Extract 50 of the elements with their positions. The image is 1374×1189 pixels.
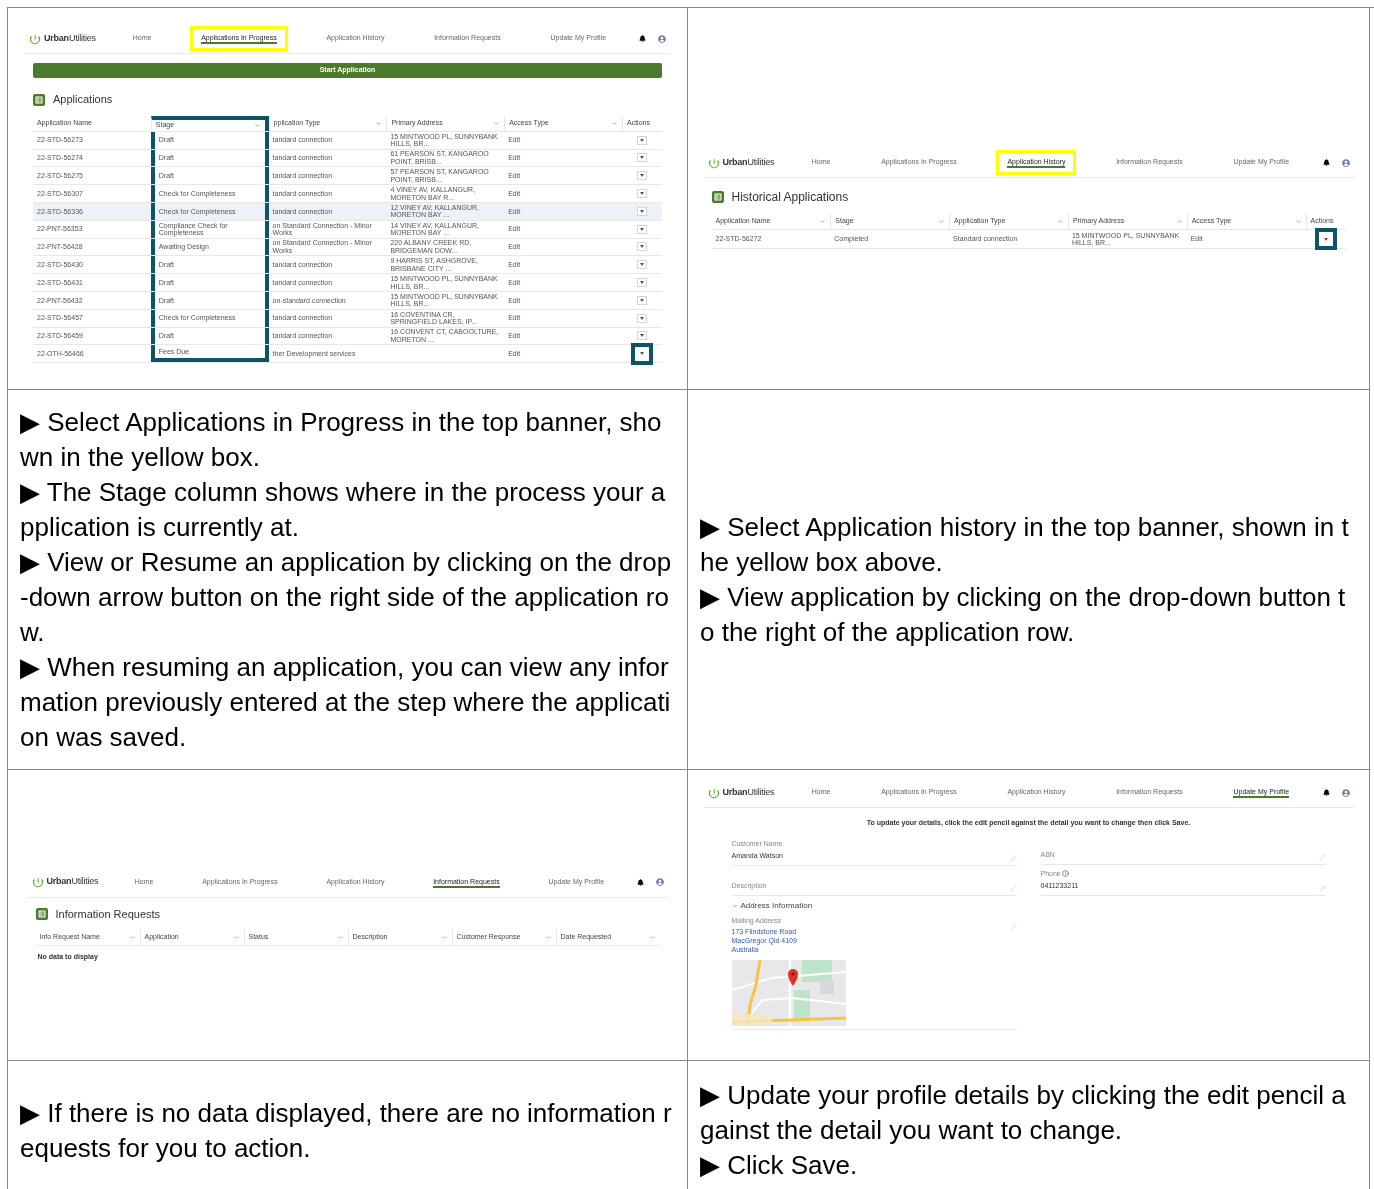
instruction-text: ▶ When resuming an application, you can view any information previously entered at the step where the application was saved. [20,650,672,754]
instruction-text: ▶ Click Save. [700,1149,859,1182]
caret-icon [640,245,644,249]
list-icon [33,93,45,106]
caret-icon [640,263,644,267]
caret-icon [1323,237,1328,241]
logo-icon [29,32,41,45]
caret-icon [640,281,644,284]
notification-bell-icon[interactable] [639,35,646,42]
logo-text: UrbanUtilities [44,31,96,45]
caret-icon [640,138,644,142]
logo-text: UrbanUtilities [722,155,775,169]
caret-icon [640,209,644,213]
caret-icon [640,316,644,320]
logo-text: UrbanUtilities [46,875,99,889]
logo-icon [707,156,720,169]
instruction-text: ▶ Select Applications in Progress in the top banner, shown in the yellow box. [20,405,663,474]
logo-text: UrbanUtilities [722,785,775,799]
page-heading: Historical Applications [731,189,849,206]
instruction-text: ▶ View application by clicking on the drop-down button to the right of the application row. [700,580,1347,649]
notification-bell-icon[interactable] [1322,789,1330,796]
notification-bell-icon[interactable] [1322,159,1330,166]
caret-icon [640,352,644,356]
caret-icon [640,227,644,231]
instruction-text: ▶ Update your profile details by clicking the edit pencil against the detail you want to change. [700,1079,1347,1147]
user-avatar-icon[interactable] [658,34,666,43]
caret-icon [640,192,644,196]
instruction-text: ▶ If there is no data displayed, there are no information requests for you to action. [20,1096,673,1165]
logo-icon [707,786,720,799]
page-heading: Information Requests [55,906,161,922]
instruction-text: ▶ Select Application history in the top banner, shown in the yellow box above. [700,510,1350,579]
chevron-icon [731,902,738,909]
row-dropdown-button[interactable] [631,342,653,365]
info-icon [1061,870,1069,878]
caret-icon [640,156,644,160]
user-avatar-icon[interactable] [655,878,664,886]
page-heading: Applications [53,92,113,108]
section-toggle[interactable]: Address Information [731,899,813,912]
caret-icon [640,174,644,178]
row-dropdown-button[interactable] [1314,228,1337,250]
list-icon [711,191,724,203]
notification-bell-icon[interactable] [636,878,644,886]
instruction-text: ▶ View or Resume an application by clicking on the drop-down arrow button on the right side of the application row. [20,545,673,649]
user-avatar-icon[interactable] [1341,158,1350,167]
user-avatar-icon[interactable] [1341,788,1350,797]
list-icon [35,907,48,920]
caret-icon [640,334,644,338]
logo-icon [31,876,44,888]
instruction-text: ▶ The Stage column shows where in the process your application is currently at. [20,475,667,544]
caret-icon [640,298,644,302]
